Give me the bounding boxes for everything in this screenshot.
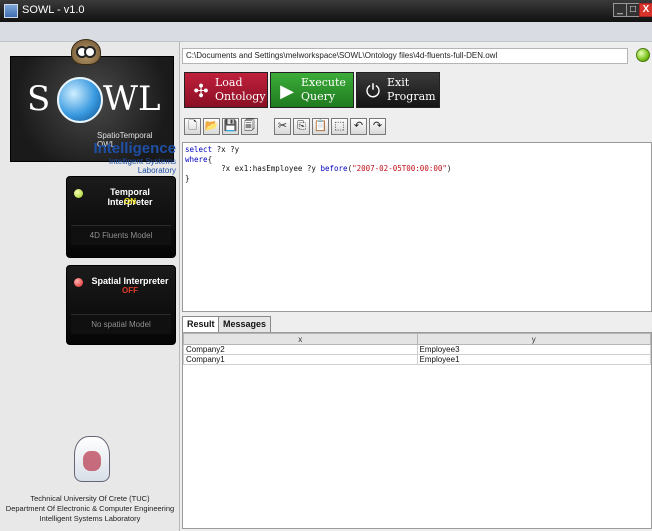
- temporal-interpreter-state: ON: [124, 197, 136, 206]
- play-icon: ▶: [280, 81, 294, 101]
- execute-query-label-2: Query: [301, 90, 336, 103]
- status-led-icon: [74, 278, 83, 287]
- sidebar: S WL SpatioTemporal OWL Intelligence Int…: [0, 39, 180, 531]
- query-line-1: select ?x ?y: [185, 145, 649, 155]
- menu-strip: [0, 22, 652, 42]
- spatial-interpreter-state: OFF: [122, 286, 138, 295]
- tab-messages[interactable]: Messages: [218, 316, 272, 332]
- load-ontology-button[interactable]: ✣ Load Ontology: [184, 72, 268, 108]
- logo-letter-s: S: [27, 79, 51, 119]
- table-row[interactable]: Company2 Employee3: [183, 344, 651, 355]
- footer-line-3: Intelligent Systems Laboratory: [39, 514, 141, 523]
- globe-icon: [57, 77, 103, 123]
- ontology-path-field[interactable]: C:\Documents and Settings\melworkspace\S…: [182, 48, 628, 64]
- column-header-y[interactable]: y: [416, 333, 651, 345]
- editor-toolbar: 🗋 📂 💾 🗐 ✂ ⎘ 📋 ⬚ ↶ ↷: [182, 116, 652, 138]
- undo-icon[interactable]: ↶: [350, 118, 367, 135]
- results-table-panel: x y Company2 Employee3 Company1 Employee…: [182, 332, 652, 529]
- paste-icon[interactable]: 📋: [312, 118, 329, 135]
- title-bar: SOWL - v1.0 _ □ X: [0, 0, 652, 22]
- execute-query-button[interactable]: ▶ Execute Query: [270, 72, 354, 108]
- temporal-model-label: 4D Fluents Model: [71, 225, 171, 245]
- query-paren: ): [446, 164, 452, 173]
- result-tabs: Result Messages: [182, 316, 652, 332]
- query-string: "2007-02-05T00:00:00": [352, 164, 447, 173]
- query-keyword: before: [320, 164, 348, 173]
- table-header-row: x y: [183, 333, 651, 345]
- institution-footer: Technical University Of Crete (TUC) Depa…: [2, 494, 178, 524]
- ontology-path-text: C:\Documents and Settings\melworkspace\S…: [186, 51, 498, 60]
- lab-logo: Intelligence Intelligent Systems Laborat…: [70, 140, 176, 175]
- tab-result[interactable]: Result: [182, 316, 220, 332]
- query-line-2: where{: [185, 155, 649, 165]
- lab-logo-subtitle: Intelligent Systems Laboratory: [108, 157, 176, 175]
- query-line-3: ?x ex1:hasEmployee ?y before("2007-02-05…: [185, 164, 649, 174]
- query-editor[interactable]: select ?x ?y where{ ?x ex1:hasEmployee ?y…: [182, 142, 652, 312]
- maximize-button[interactable]: □: [626, 3, 640, 17]
- status-led-icon: [74, 189, 83, 198]
- close-button[interactable]: X: [639, 3, 652, 17]
- temporal-interpreter-panel[interactable]: Temporal Interpreter ON 4D Fluents Model: [66, 176, 176, 258]
- table-cell: Company1: [183, 354, 418, 365]
- table-cell: Employee3: [416, 344, 651, 355]
- table-cell: Company2: [183, 344, 418, 355]
- query-line-4: }: [185, 173, 190, 183]
- column-header-x[interactable]: x: [183, 333, 418, 345]
- logo-letters-wl: WL: [103, 79, 161, 119]
- lab-logo-title: Intelligence: [93, 140, 176, 157]
- execute-query-label-1: Execute: [301, 76, 346, 89]
- exit-program-button[interactable]: ⏻ Exit Program: [356, 72, 440, 108]
- cut-icon[interactable]: ✂: [274, 118, 291, 135]
- minimize-button[interactable]: _: [613, 3, 627, 17]
- select-all-icon[interactable]: ⬚: [331, 118, 348, 135]
- footer-line-2: Department Of Electronic & Computer Engi…: [5, 504, 175, 513]
- redo-icon[interactable]: ↷: [369, 118, 386, 135]
- open-folder-icon[interactable]: 📂: [203, 118, 220, 135]
- table-cell: Employee1: [416, 354, 651, 365]
- share-icon: ✣: [193, 81, 209, 101]
- spatial-interpreter-panel[interactable]: Spatial Interpreter OFF No spatial Model: [66, 265, 176, 345]
- save-icon[interactable]: 💾: [222, 118, 239, 135]
- spatial-model-label: No spatial Model: [71, 314, 171, 334]
- main-panel: C:\Documents and Settings\melworkspace\S…: [180, 42, 652, 531]
- query-brace: {: [207, 154, 213, 164]
- app-icon: [4, 4, 18, 18]
- query-text: select ?x ?y where{ ?x ex1:hasEmployee ?y…: [183, 143, 651, 185]
- query-keyword: where: [185, 154, 208, 164]
- status-indicator-icon: [636, 48, 650, 62]
- load-ontology-label-2: Ontology: [215, 90, 266, 103]
- query-keyword: select: [185, 145, 213, 154]
- window-title: SOWL - v1.0: [22, 4, 85, 16]
- table-row[interactable]: Company1 Employee1: [183, 354, 651, 365]
- results-table: x y Company2 Employee3 Company1 Employee…: [183, 333, 651, 365]
- load-ontology-label-1: Load: [215, 76, 243, 89]
- spatial-interpreter-title: Spatial Interpreter: [91, 276, 169, 286]
- query-triple: ?x ex1:hasEmployee ?y: [185, 164, 321, 173]
- tuc-crest-icon: [74, 436, 110, 482]
- exit-program-label-1: Exit: [387, 76, 410, 89]
- save-as-icon[interactable]: 🗐: [241, 118, 258, 135]
- query-vars: ?x ?y: [212, 145, 240, 154]
- power-icon: ⏻: [365, 81, 381, 101]
- footer-line-1: Technical University Of Crete (TUC): [30, 494, 150, 503]
- copy-icon[interactable]: ⎘: [293, 118, 310, 135]
- exit-program-label-2: Program: [387, 90, 436, 103]
- new-file-icon[interactable]: 🗋: [184, 118, 201, 135]
- owl-icon: [71, 39, 101, 65]
